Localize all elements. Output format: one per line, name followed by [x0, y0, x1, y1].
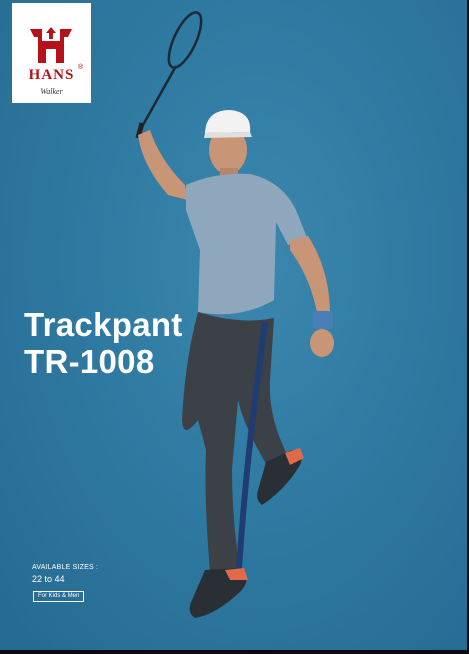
hans-emblem-icon: [30, 27, 72, 63]
product-name: Trackpant: [24, 306, 183, 343]
brand-logo: HANS ® Walker: [12, 3, 91, 103]
available-sizes-label: AVAILABLE SIZES :: [32, 564, 99, 571]
badminton-racket-icon: [135, 11, 203, 139]
registered-mark: ®: [78, 64, 84, 71]
product-code: TR-1008: [24, 343, 155, 380]
size-range: 22 to 44: [32, 574, 65, 584]
product-title: Trackpant TR-1008: [24, 306, 183, 380]
audience-badge: For Kids & Men: [33, 591, 85, 602]
product-poster: HANS ® Walker Trackpant TR-1008 AVAILABL…: [0, 0, 467, 650]
brand-tagline: Walker: [40, 87, 63, 96]
